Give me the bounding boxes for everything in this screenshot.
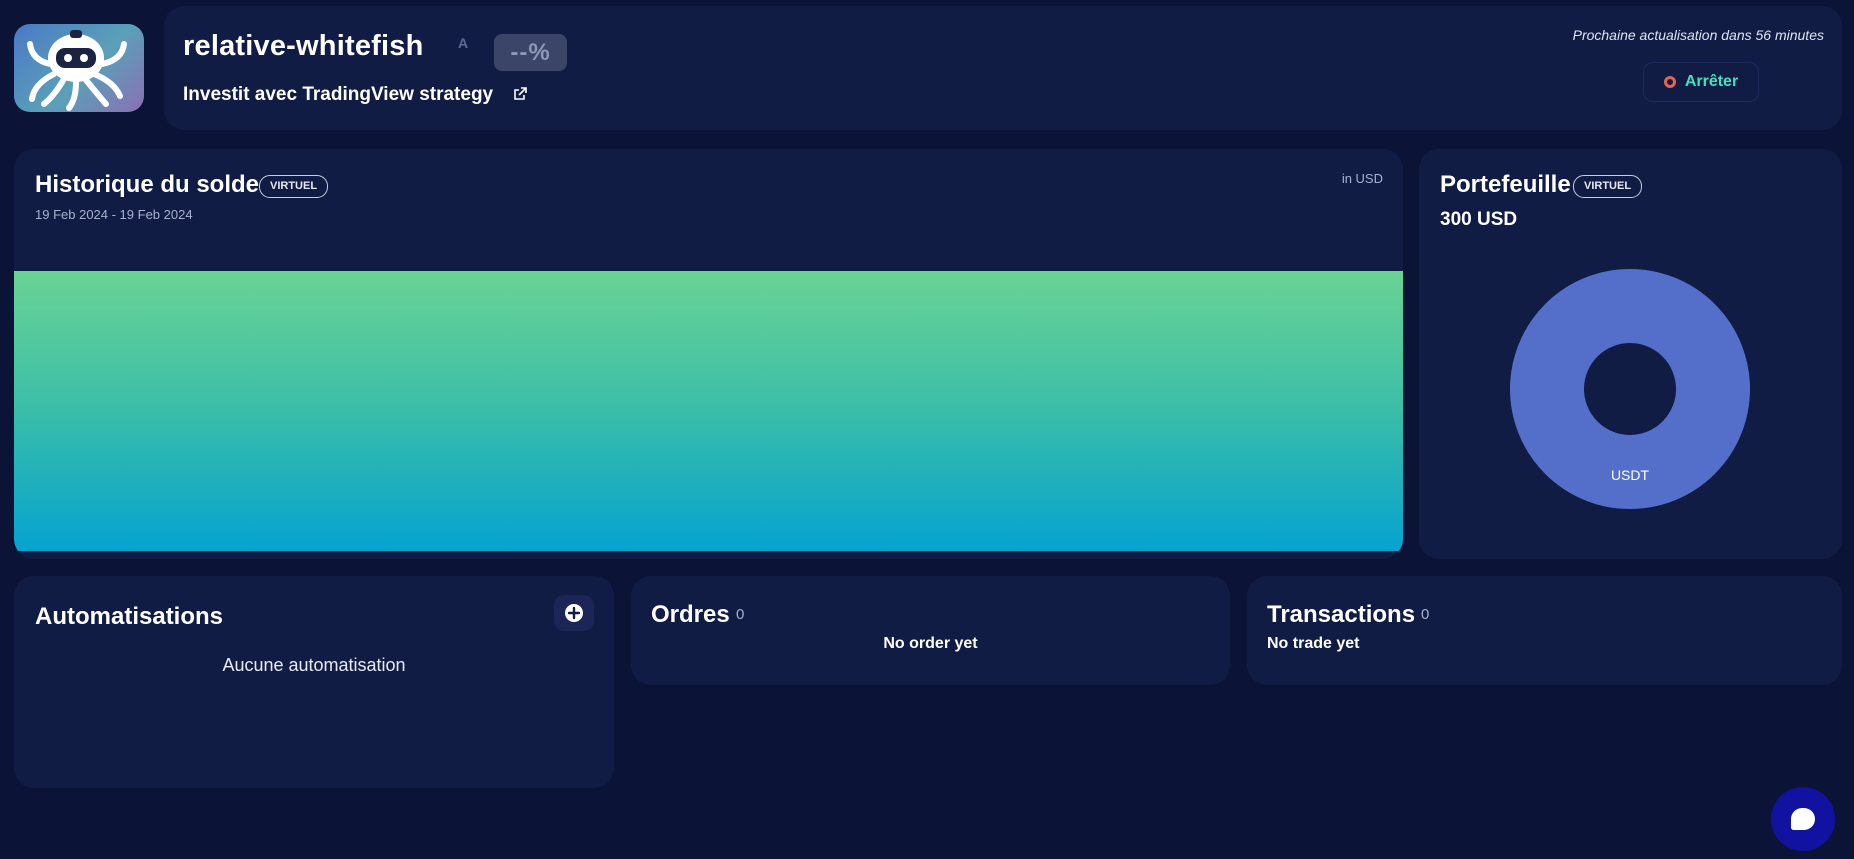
transactions-count: 0 [1421, 606, 1430, 623]
portfolio-total: 300 USD [1440, 209, 1518, 230]
chat-button[interactable] [1771, 787, 1835, 851]
octopus-robot-icon [27, 30, 127, 111]
portfolio-title: Portefeuille [1440, 171, 1571, 198]
history-virtual-badge: VIRTUEL [259, 175, 329, 198]
transactions-title: Transactions [1267, 601, 1416, 628]
automations-title: Automatisations [35, 603, 224, 630]
chat-bubble-icon [1791, 808, 1815, 830]
next-update-text: Prochaine actualisation dans 56 minutes [1572, 27, 1824, 43]
orders-card: Ordres 0 No order yet [631, 576, 1230, 685]
donut-label-usdt: USDT [1610, 467, 1650, 483]
transactions-empty-message: No trade yet [1267, 635, 1360, 652]
orders-title: Ordres [651, 601, 730, 628]
portfolio-virtual-badge: VIRTUEL [1573, 175, 1643, 198]
orders-empty-message: No order yet [883, 635, 978, 652]
history-date-range: 19 Feb 2024 - 19 Feb 2024 [35, 207, 193, 222]
stop-label: Arrêter [1684, 73, 1739, 90]
bot-header-card [164, 6, 1842, 130]
balance-area-series [14, 271, 1403, 551]
portfolio-card: Portefeuille VIRTUEL 300 USD USDT [1419, 149, 1842, 559]
stop-circle-icon [1663, 76, 1676, 88]
automations-empty-message: Aucune automatisation [222, 655, 406, 675]
bot-avatar [14, 24, 144, 112]
automations-card: Automatisations Aucune automatisation [14, 576, 614, 788]
name-mark: A [458, 35, 469, 51]
orders-count: 0 [736, 606, 745, 623]
external-link-icon[interactable] [512, 86, 528, 102]
add-automation-button[interactable] [554, 595, 594, 631]
balance-history-card: Historique du solde VIRTUEL 19 Feb 2024 … [14, 149, 1403, 559]
strategy-link[interactable]: Investit avec TradingView strategy [183, 84, 493, 106]
stop-button[interactable]: Arrêter [1643, 62, 1759, 102]
plus-circle-icon [565, 604, 583, 622]
history-unit: in USD [1341, 171, 1383, 186]
performance-badge: --% [494, 34, 567, 71]
bot-name: relative-whitefish [183, 30, 424, 62]
donut-slice-usdt[interactable] [1510, 269, 1750, 509]
history-title: Historique du solde [35, 171, 260, 198]
transactions-card: Transactions 0 No trade yet [1247, 576, 1842, 685]
